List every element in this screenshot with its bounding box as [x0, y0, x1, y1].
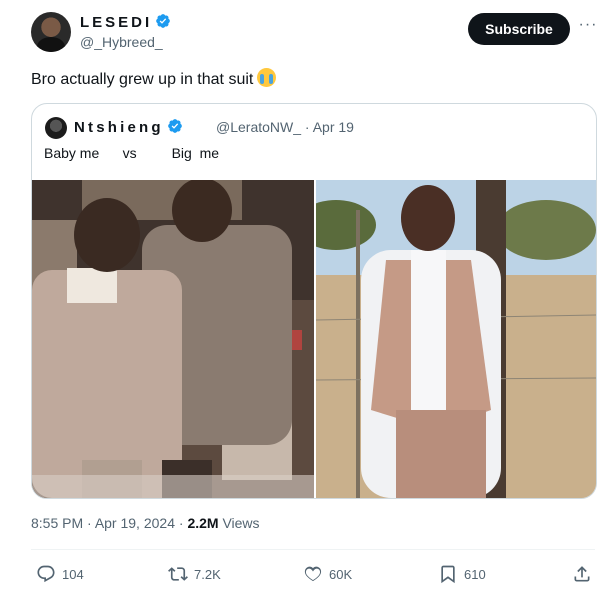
views-count: 2.2M — [187, 515, 219, 531]
repost-button[interactable]: 7.2K — [168, 562, 221, 586]
bookmark-button[interactable]: 610 — [438, 562, 486, 586]
quoted-author-name: Ntshieng — [74, 118, 183, 136]
subscribe-button[interactable]: Subscribe — [468, 13, 570, 45]
loudly-crying-face-icon — [257, 68, 277, 87]
author-avatar[interactable] — [31, 12, 71, 52]
bookmark-icon — [441, 565, 455, 584]
heart-icon — [304, 566, 322, 582]
repost-count: 7.2K — [194, 566, 221, 582]
adult-photo-illustration — [316, 180, 596, 498]
bookmark-count: 610 — [464, 566, 486, 582]
share-icon — [574, 566, 590, 582]
like-count: 60K — [329, 566, 353, 582]
quoted-author-avatar — [45, 117, 67, 139]
tweet-meta: 8:55 PM · Apr 19, 2024 · 2.2M Views — [31, 515, 260, 531]
verified-badge-icon — [156, 14, 171, 28]
quoted-text: Baby me vs Big me — [44, 145, 220, 161]
reply-button[interactable]: 104 — [36, 562, 84, 586]
more-horizontal-icon[interactable]: ··· — [578, 17, 598, 38]
share-button[interactable] — [572, 562, 598, 586]
views-label: Views — [222, 515, 260, 531]
quoted-handle: @LeratoNW_ — [216, 119, 302, 135]
quoted-handle-date: @LeratoNW_ · Apr 19 — [216, 119, 354, 135]
quoted-tweet[interactable]: Ntshieng @LeratoNW_ · Apr 19 Baby me vs … — [31, 103, 597, 499]
adult-photo[interactable] — [316, 180, 596, 498]
like-button[interactable]: 60K — [303, 562, 352, 586]
repost-icon — [168, 567, 188, 581]
author-display-name[interactable]: LESEDI — [80, 13, 171, 31]
verified-badge-icon — [167, 119, 182, 133]
reply-icon — [37, 565, 55, 583]
tweet-body: Bro actually grew up in that suit — [31, 71, 254, 88]
author-handle[interactable]: @_Hybreed_ — [80, 34, 163, 50]
tweet-text: Bro actually grew up in that suit — [31, 68, 277, 89]
quoted-name-text: Ntshieng — [74, 119, 164, 136]
divider — [31, 549, 595, 550]
baby-photo[interactable] — [32, 180, 314, 498]
reply-count: 104 — [62, 566, 84, 582]
tweet-time[interactable]: 8:55 PM — [31, 515, 83, 531]
author-name-text: LESEDI — [80, 14, 153, 31]
quoted-date: Apr 19 — [312, 119, 354, 135]
tweet-date[interactable]: Apr 19, 2024 — [95, 515, 175, 531]
baby-photo-illustration — [32, 180, 314, 498]
